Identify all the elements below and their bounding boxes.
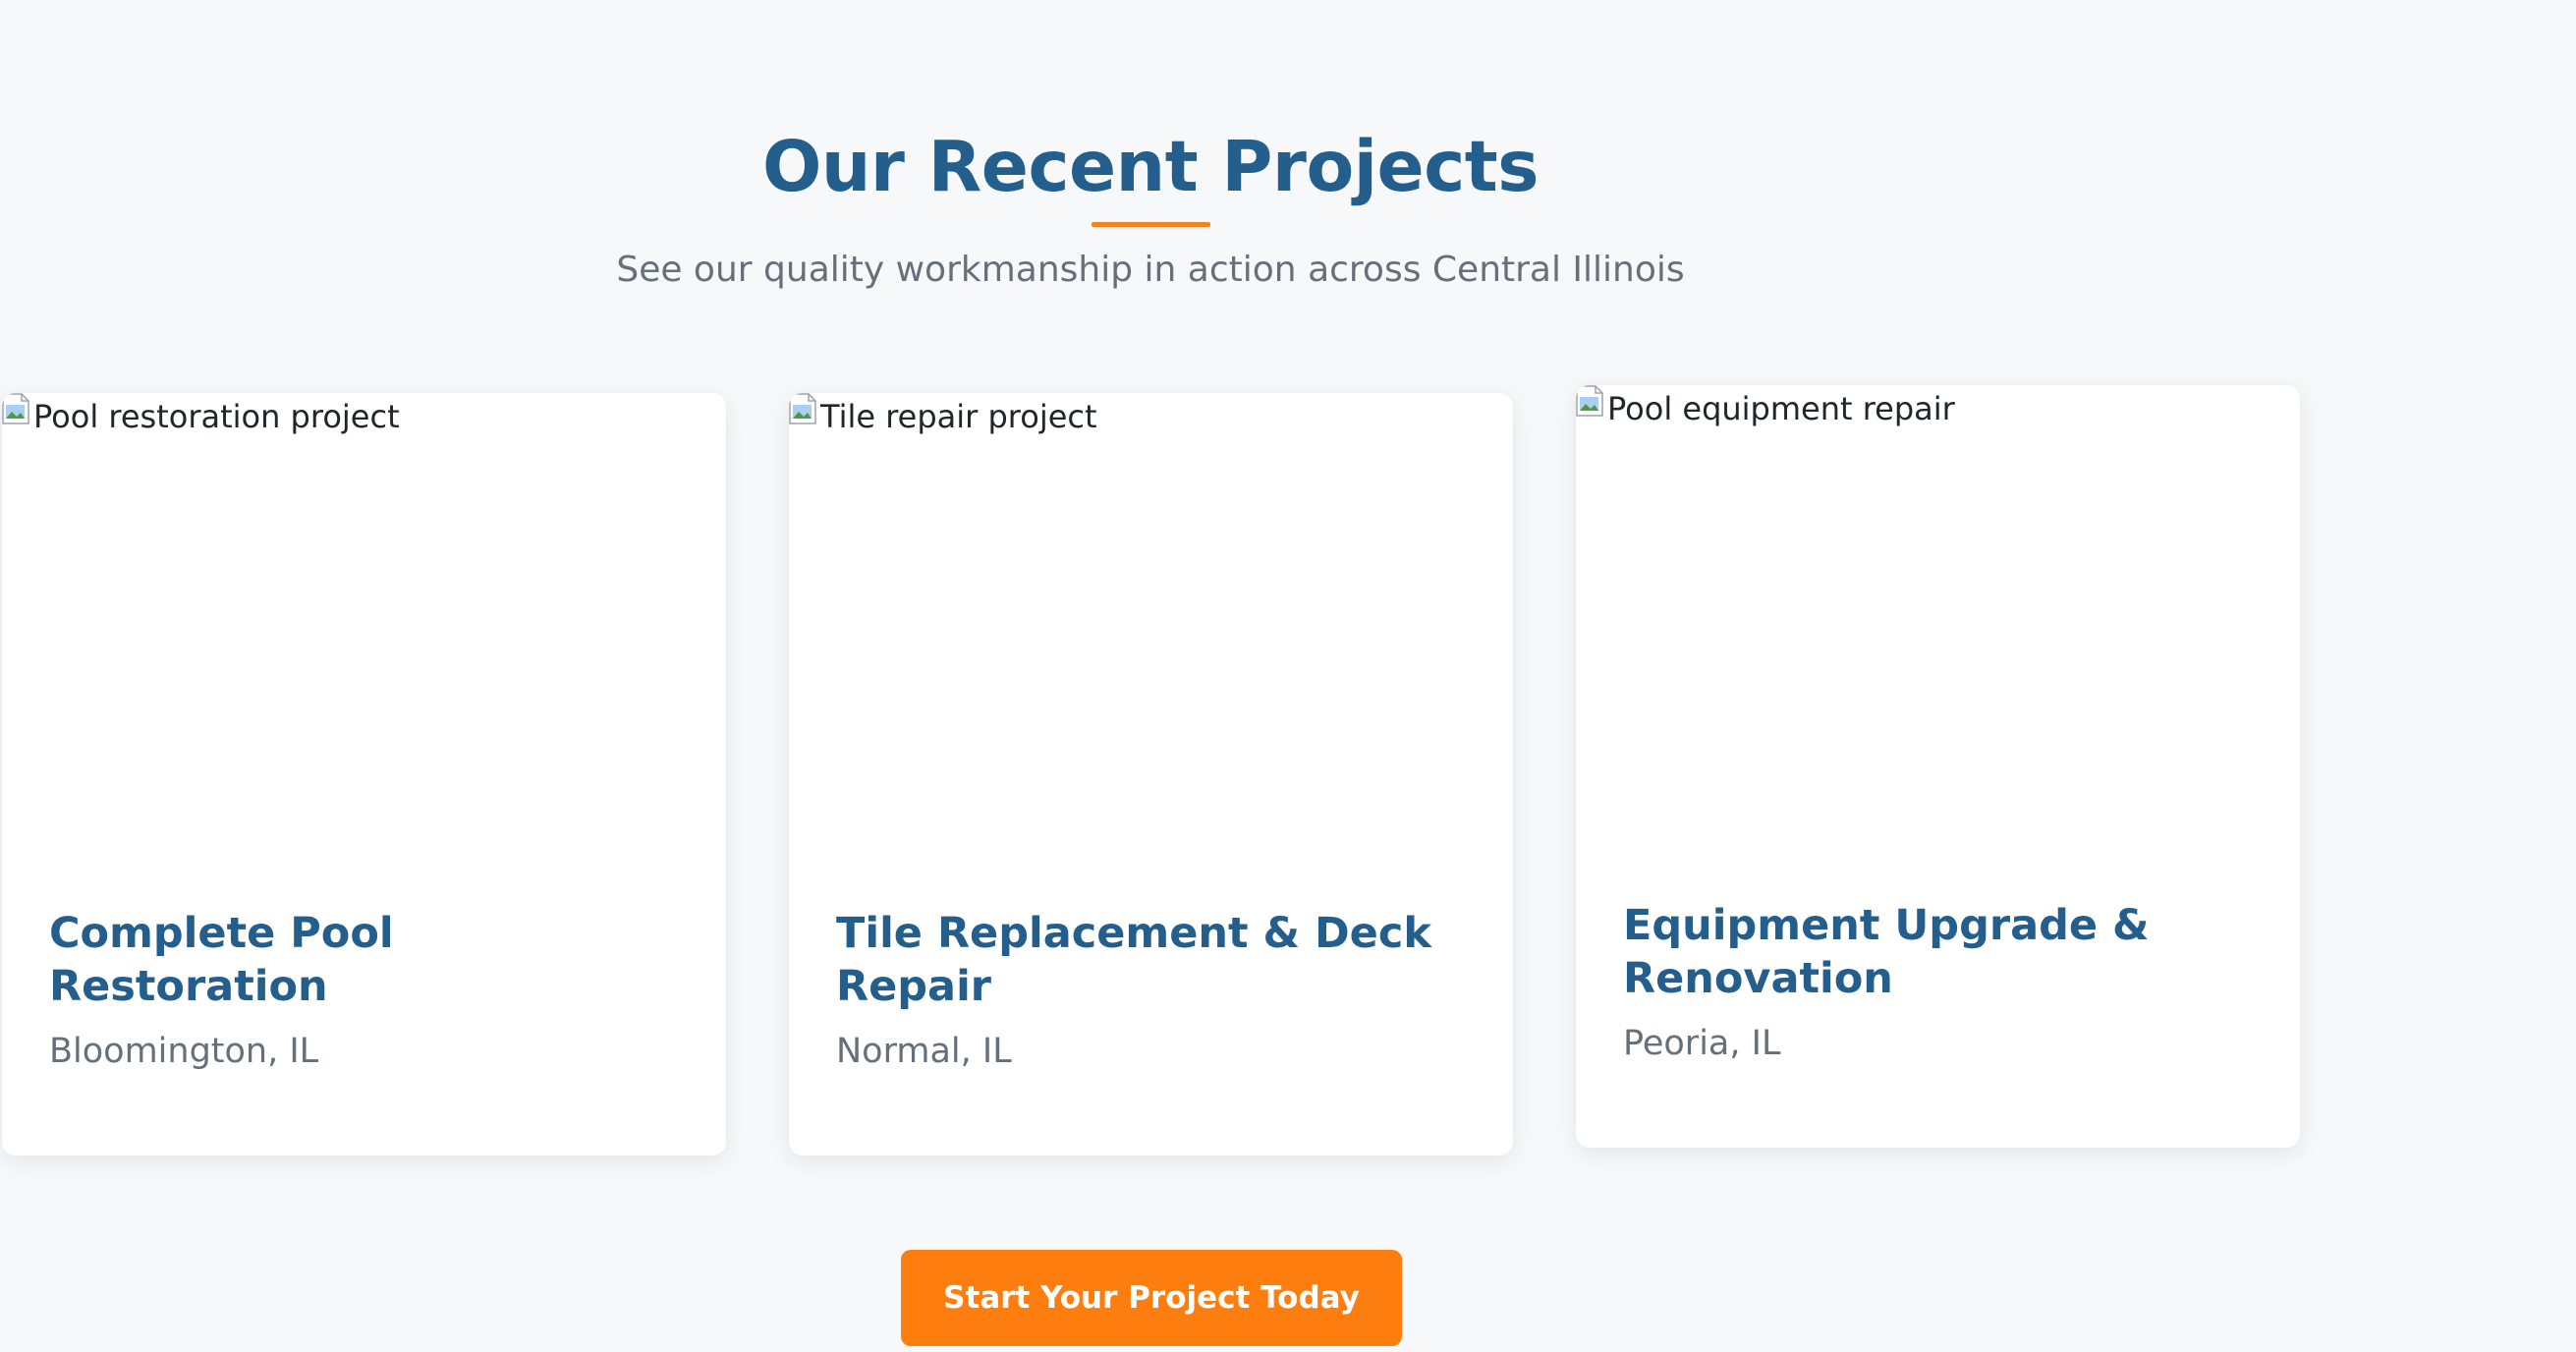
project-image: Pool equipment repair [1576,385,2300,862]
project-title: Equipment Upgrade & Renovation [1623,901,2150,1003]
title-underline-divider [1092,222,1210,227]
project-location: Normal, IL [836,1032,1012,1071]
broken-image-icon [1576,385,1603,417]
section-title: Our Recent Projects [761,126,1540,207]
project-image-alt-text: Pool equipment repair [1607,390,1955,427]
project-title: Complete Pool Restoration [49,909,394,1011]
broken-image-icon [789,393,816,424]
project-title: Tile Replacement & Deck Repair [836,909,1431,1011]
project-image: Tile repair project [789,393,1513,870]
project-location: Bloomington, IL [49,1032,319,1071]
section-subtitle: See our quality workmanship in action ac… [616,250,1685,290]
project-image-alt-text: Pool restoration project [33,398,400,435]
start-project-button[interactable]: Start Your Project Today [901,1250,1402,1346]
project-image-alt-text: Tile repair project [820,398,1097,435]
broken-image-icon [2,393,29,424]
project-image: Pool restoration project [2,393,726,870]
project-location: Peoria, IL [1623,1024,1781,1063]
project-card: Pool equipment repair Equipment Upgrade … [1576,385,2300,1148]
project-card: Pool restoration project Complete Pool R… [2,393,726,1155]
project-card: Tile repair project Tile Replacement & D… [789,393,1513,1155]
